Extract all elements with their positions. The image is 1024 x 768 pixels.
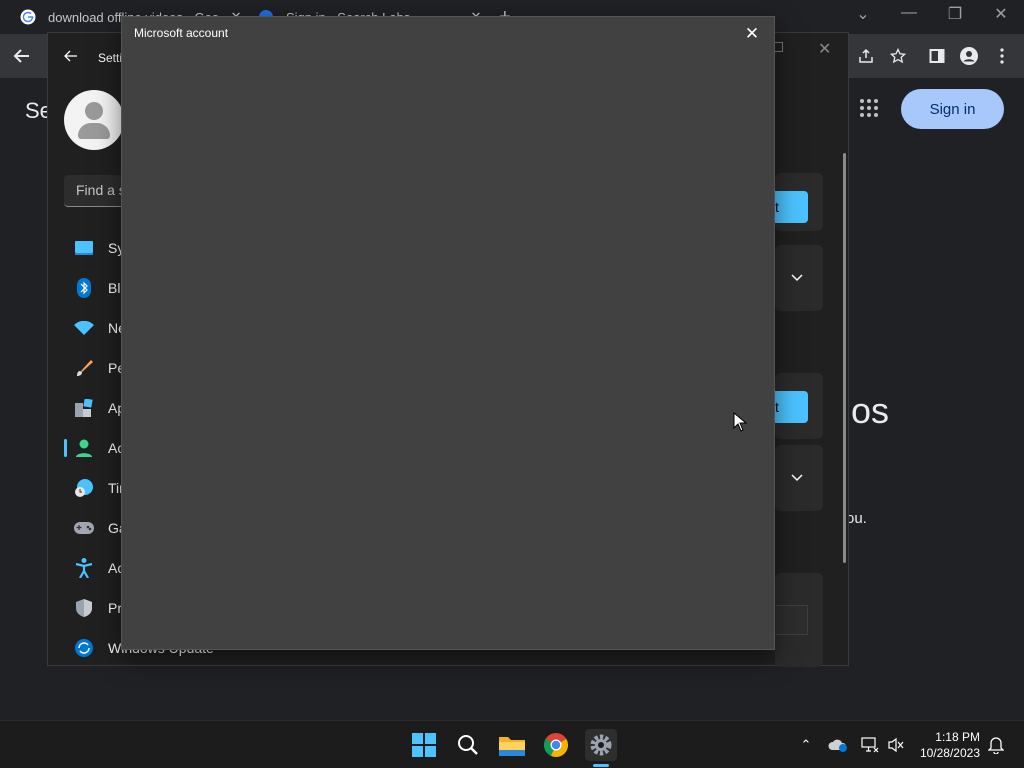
chevron-down-icon[interactable] [791, 469, 803, 485]
mouse-cursor-icon [733, 412, 747, 432]
system-icon [74, 238, 94, 258]
active-indicator [64, 439, 67, 457]
apps-icon [74, 398, 94, 418]
settings-window-title: Setti [98, 51, 123, 65]
profile-icon[interactable] [957, 44, 981, 68]
card-action-label: t [775, 199, 779, 215]
accounts-icon [74, 438, 94, 458]
network-icon [74, 318, 94, 338]
chevron-down-icon[interactable] [791, 269, 803, 285]
card-action-label: t [775, 399, 779, 415]
notification-bell-icon[interactable] [986, 735, 1006, 755]
active-app-indicator [593, 764, 609, 767]
start-icon[interactable] [408, 729, 440, 761]
file-explorer-icon[interactable] [496, 729, 528, 761]
side-panel-icon[interactable] [925, 44, 949, 68]
page-heading-peek: os [851, 390, 890, 431]
close-icon[interactable]: ✕ [742, 24, 762, 44]
minimize-button[interactable]: — [894, 4, 924, 22]
clock-date[interactable]: 10/28/2023 [910, 746, 980, 760]
tab-search-icon[interactable]: ⌄ [848, 4, 878, 24]
chrome-icon[interactable] [540, 729, 572, 761]
clock-time[interactable]: 1:18 PM [920, 730, 980, 744]
windows-update-icon [74, 638, 94, 658]
taskbar: ⌃ 1:18 PM 10/28/2023 [0, 720, 1024, 768]
gaming-icon [74, 518, 94, 538]
sidebar-item-label: Pr [108, 600, 122, 616]
restore-button[interactable]: ❐ [940, 4, 970, 24]
more-menu-icon[interactable] [990, 44, 1014, 68]
back-arrow-icon[interactable] [10, 44, 34, 68]
tray-overflow-icon[interactable]: ⌃ [796, 735, 816, 755]
network-status-icon[interactable] [860, 735, 880, 755]
privacy-icon [74, 598, 94, 618]
google-apps-icon[interactable] [860, 99, 878, 117]
bookmark-star-icon[interactable] [886, 44, 910, 68]
personalization-icon [74, 358, 94, 378]
search-icon[interactable] [452, 729, 484, 761]
settings-icon[interactable] [585, 729, 617, 761]
close-icon[interactable]: ✕ [818, 39, 831, 59]
card-action-button[interactable]: t [775, 391, 808, 423]
google-g-icon [20, 9, 36, 25]
close-window-button[interactable]: ✕ [986, 4, 1016, 24]
volume-muted-icon[interactable] [886, 735, 906, 755]
page-body-peek: ou. [846, 510, 867, 527]
scrollbar[interactable] [843, 153, 846, 563]
avatar[interactable] [64, 90, 124, 150]
settings-field[interactable] [775, 605, 808, 635]
accessibility-icon [74, 558, 94, 578]
dialog-title: Microsoft account [134, 26, 229, 40]
onedrive-icon[interactable] [828, 735, 848, 755]
share-icon[interactable] [854, 44, 878, 68]
sign-in-button[interactable]: Sign in [901, 89, 1004, 129]
back-arrow-icon[interactable] [64, 49, 78, 68]
bluetooth-icon [74, 278, 94, 298]
microsoft-account-dialog: Microsoft account ✕ [121, 16, 775, 650]
time-language-icon [74, 478, 94, 498]
card-action-button[interactable]: t [775, 191, 808, 223]
